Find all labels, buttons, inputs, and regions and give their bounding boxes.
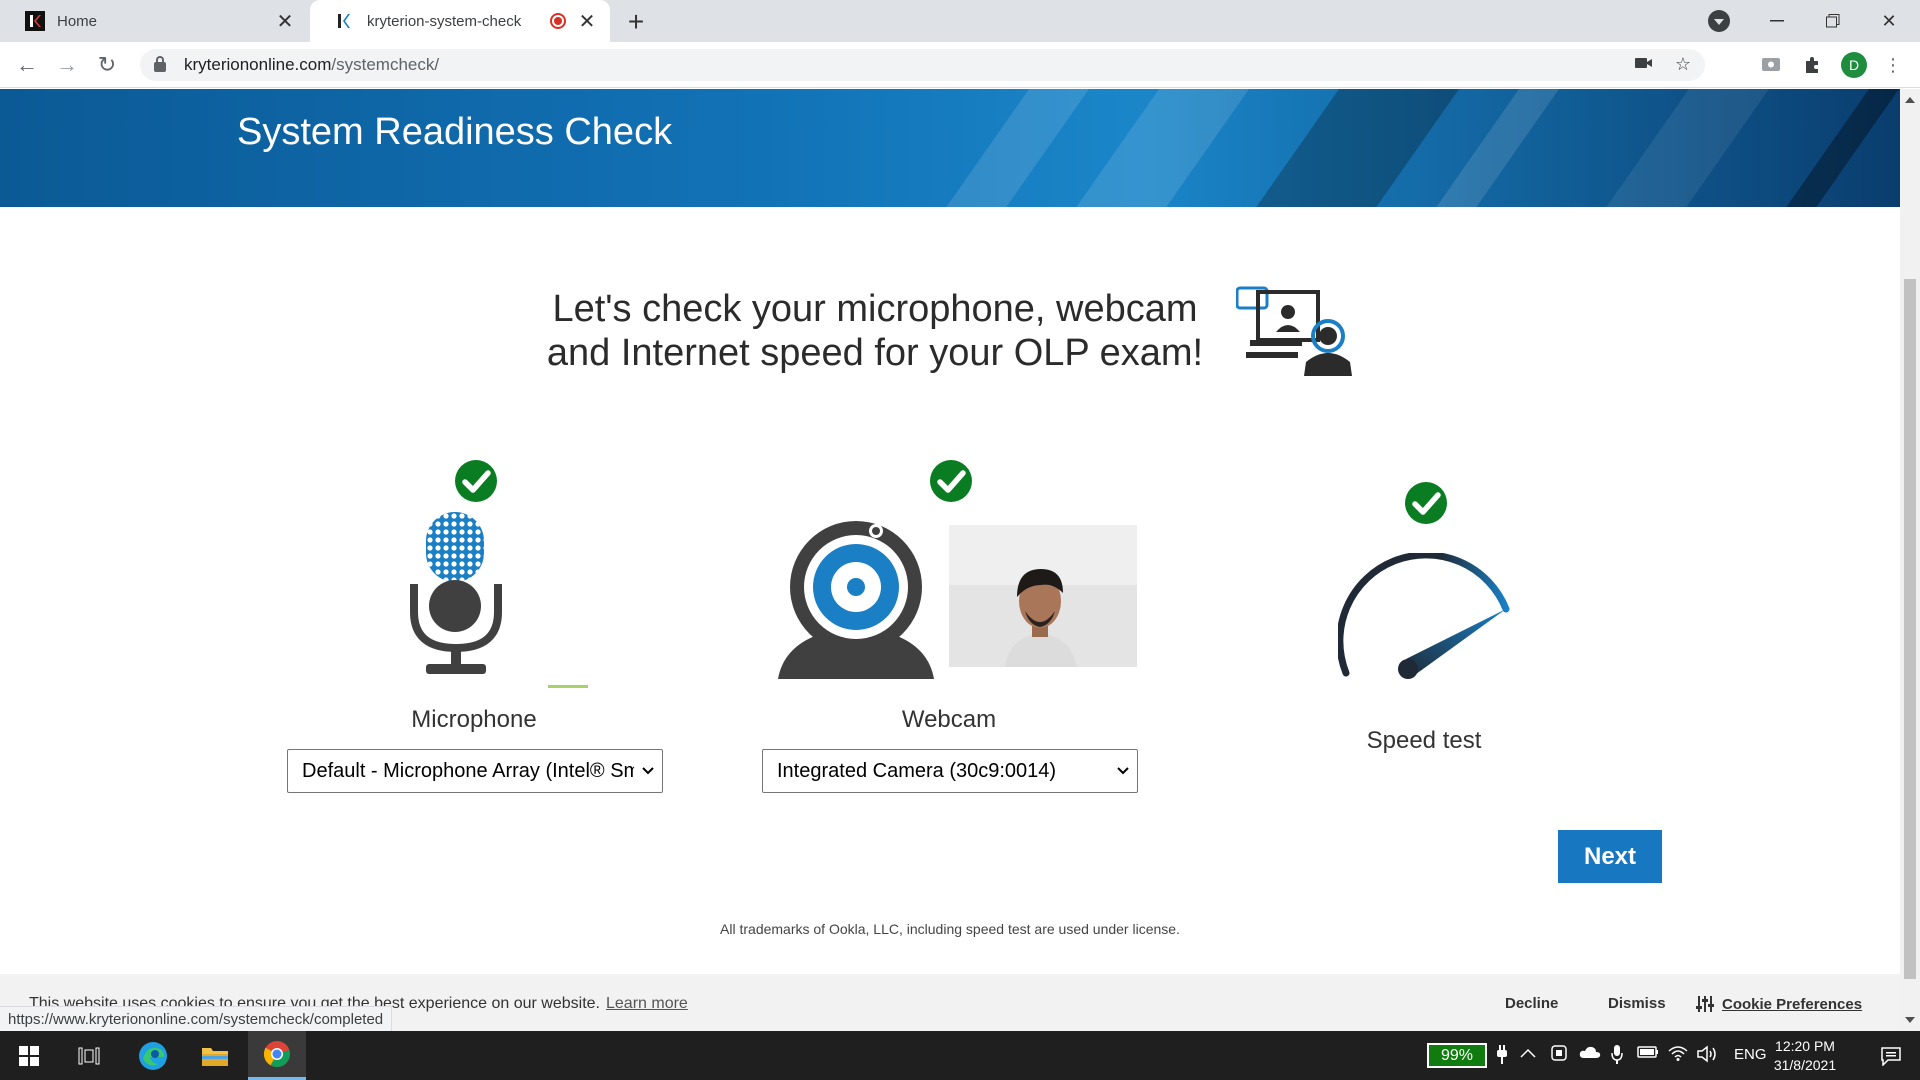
page-banner: System Readiness Check (0, 89, 1900, 207)
speed-test-label: Speed test (1366, 727, 1482, 754)
cookie-preferences-label: Cookie Preferences (1722, 995, 1863, 1013)
url-domain: kryteriononline.com (184, 55, 332, 74)
microphone-select-value: Default - Microphone Array (Intel® Smart… (302, 759, 634, 782)
camera-in-use-icon[interactable] (1634, 54, 1653, 75)
back-icon[interactable]: ← (12, 50, 42, 80)
cookie-preferences-button[interactable]: Cookie Preferences (1696, 995, 1862, 1013)
close-tab-icon[interactable]: ✕ (272, 8, 298, 34)
remote-exam-illustration-icon (1235, 286, 1356, 376)
notifications-icon[interactable] (1862, 1031, 1920, 1080)
webcam-preview-person-icon (949, 525, 1137, 667)
tab-kryterion-system-check[interactable]: kryterion-system-check ✕ (310, 0, 610, 42)
headline-line-1: Let's check your microphone, webcam (552, 288, 1198, 330)
microphone-level-meter (548, 685, 588, 688)
profile-avatar[interactable]: D (1841, 52, 1867, 78)
battery-tray-icon[interactable] (1637, 1045, 1659, 1063)
address-bar[interactable]: kryteriononline.com/systemcheck/ ☆ (140, 49, 1705, 81)
input-language[interactable]: ENG (1734, 1046, 1767, 1063)
chrome-menu-icon[interactable]: ⋮ (1880, 52, 1906, 78)
file-explorer-icon[interactable] (186, 1031, 244, 1080)
chrome-taskbar-icon[interactable] (248, 1031, 306, 1080)
page-scrollbar[interactable] (1900, 89, 1920, 1031)
page-headline: Let's check your microphone, webcam and … (520, 287, 1230, 375)
scroll-up-arrow-icon[interactable] (1905, 97, 1915, 103)
microphone-check-icon (455, 460, 497, 502)
edge-browser-icon[interactable] (124, 1031, 182, 1080)
windows-start-icon[interactable] (0, 1031, 58, 1080)
new-tab-button[interactable]: + (620, 6, 652, 38)
microphone-icon (410, 512, 502, 680)
chevron-down-icon (1109, 767, 1137, 775)
url-path: /systemcheck/ (331, 55, 440, 74)
webcam-label: Webcam (901, 706, 997, 733)
lock-icon (154, 56, 166, 72)
link-status-url: https://www.kryteriononline.com/systemch… (0, 1006, 393, 1031)
banner-title: System Readiness Check (237, 111, 673, 153)
restore-window-button[interactable] (1805, 0, 1861, 42)
webcam-icon (776, 511, 936, 681)
webcam-select-value: Integrated Camera (30c9:0014) (777, 759, 1057, 782)
headline-line-2: and Internet speed for your OLP exam! (546, 332, 1204, 374)
extensions-puzzle-icon[interactable] (1799, 52, 1825, 78)
forward-icon[interactable]: → (52, 50, 82, 80)
recording-indicator-icon (550, 13, 566, 29)
webcam-select[interactable]: Integrated Camera (30c9:0014) (762, 749, 1138, 793)
scrollbar-thumb[interactable] (1904, 279, 1916, 979)
microphone-in-use-icon[interactable] (1611, 1045, 1623, 1069)
windows-taskbar: 99% ENG 12:20 PM 31/8/2021 (0, 1031, 1920, 1080)
meet-now-icon[interactable] (1551, 1045, 1567, 1067)
webcam-check-icon (930, 460, 972, 502)
minimize-window-button[interactable] (1749, 0, 1805, 42)
tab-home[interactable]: Home ✕ (0, 0, 308, 42)
close-window-button[interactable]: ✕ (1861, 0, 1917, 42)
battery-indicator[interactable]: 99% (1427, 1043, 1487, 1068)
bookmark-star-icon[interactable]: ☆ (1675, 54, 1691, 75)
trademark-notice: All trademarks of Ookla, LLC, including … (720, 921, 1180, 937)
next-button[interactable]: Next (1558, 830, 1662, 883)
chevron-down-icon (634, 767, 662, 775)
close-tab-icon[interactable]: ✕ (574, 8, 600, 34)
tab-search-icon[interactable] (1708, 10, 1730, 32)
task-view-icon[interactable] (60, 1031, 118, 1080)
decline-button[interactable]: Decline (1505, 995, 1558, 1012)
tab-title: Home (57, 12, 98, 30)
volume-icon[interactable] (1697, 1045, 1719, 1067)
tab-title: kryterion-system-check (367, 12, 522, 30)
microphone-label: Microphone (411, 706, 537, 733)
speed-test-check-icon (1405, 482, 1447, 524)
kryterion-favicon-icon (335, 11, 355, 31)
sliders-icon (1696, 995, 1714, 1013)
speedometer-icon (1336, 551, 1514, 681)
microphone-select[interactable]: Default - Microphone Array (Intel® Smart… (287, 749, 663, 793)
browser-toolbar: ← → ↻ kryteriononline.com/systemcheck/ ☆… (0, 42, 1920, 88)
page-viewport: System Readiness Check Let's check your … (0, 89, 1900, 1031)
clock-time: 12:20 PM (1775, 1038, 1835, 1054)
reload-icon[interactable]: ↻ (92, 50, 122, 80)
show-hidden-icons-icon[interactable] (1520, 1045, 1536, 1062)
taskbar-clock[interactable]: 12:20 PM 31/8/2021 (1770, 1037, 1840, 1075)
extension-icon[interactable] (1758, 52, 1784, 78)
tab-strip: Home ✕ kryterion-system-check ✕ + ✕ (0, 0, 1920, 42)
scroll-down-arrow-icon[interactable] (1905, 1017, 1915, 1023)
learn-more-link[interactable]: Learn more (606, 995, 688, 1012)
kryterion-favicon-icon (25, 11, 45, 31)
wifi-icon[interactable] (1668, 1045, 1688, 1065)
url-text: kryteriononline.com/systemcheck/ (184, 55, 439, 75)
dismiss-button[interactable]: Dismiss (1608, 995, 1666, 1012)
charging-plug-icon[interactable] (1496, 1045, 1508, 1069)
clock-date: 31/8/2021 (1773, 1057, 1837, 1073)
webcam-preview (949, 525, 1137, 667)
onedrive-cloud-icon[interactable] (1579, 1045, 1601, 1063)
